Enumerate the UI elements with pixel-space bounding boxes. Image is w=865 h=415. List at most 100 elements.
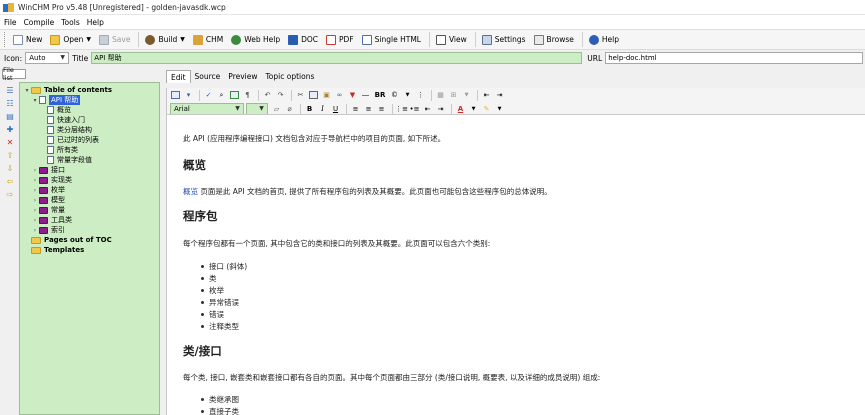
tree-node-book[interactable]: › 实现类 bbox=[20, 175, 159, 185]
chevron-down-icon[interactable]: ▼ bbox=[468, 104, 479, 115]
move-down-icon[interactable]: ⇩ bbox=[3, 162, 17, 175]
tree-node-book[interactable]: › 常量 bbox=[20, 205, 159, 215]
move-left-icon[interactable]: ⇦ bbox=[3, 175, 17, 188]
align-center-icon[interactable]: ≡ bbox=[363, 104, 374, 115]
indent-icon[interactable]: ⇥ bbox=[435, 104, 446, 115]
redo-icon[interactable]: ↷ bbox=[275, 90, 286, 101]
tree-node-book[interactable]: › 索引 bbox=[20, 225, 159, 235]
overview-link[interactable]: 概览 bbox=[183, 187, 198, 196]
indent-right-icon[interactable]: ⇥ bbox=[494, 90, 505, 101]
pdf-button[interactable]: PDF bbox=[323, 31, 357, 48]
image-icon[interactable] bbox=[229, 90, 240, 101]
expand-icon[interactable]: › bbox=[31, 227, 39, 234]
align-left-icon[interactable]: ≡ bbox=[350, 104, 361, 115]
tree-node-templates[interactable]: Templates bbox=[20, 245, 159, 255]
doc-button[interactable]: DOC bbox=[285, 31, 321, 48]
tree-node-api-help[interactable]: ▾ API 帮助 bbox=[20, 95, 159, 105]
expand-icon[interactable]: › bbox=[31, 187, 39, 194]
table-options-icon[interactable]: ⊞ bbox=[448, 90, 459, 101]
view-button[interactable]: View bbox=[433, 31, 470, 48]
open-button[interactable]: Open ▼ bbox=[47, 31, 94, 48]
save-button[interactable]: Save bbox=[96, 31, 133, 48]
chevron-down-icon[interactable]: ▼ bbox=[58, 54, 67, 62]
cut-icon[interactable]: ✂ bbox=[295, 90, 306, 101]
title-field[interactable]: API 帮助 bbox=[91, 52, 583, 64]
copy-icon[interactable] bbox=[308, 90, 319, 101]
add-subtopic-icon[interactable]: ☷ bbox=[3, 97, 17, 110]
new-button[interactable]: New bbox=[10, 31, 45, 48]
move-up-icon[interactable]: ⇧ bbox=[3, 149, 17, 162]
tree-node-book[interactable]: › 接口 bbox=[20, 165, 159, 175]
chevron-down-icon[interactable]: ▼ bbox=[86, 36, 91, 43]
paste-icon[interactable]: ▣ bbox=[321, 90, 332, 101]
bulleted-list-icon[interactable]: •≡ bbox=[409, 104, 420, 115]
menu-tools[interactable]: Tools bbox=[61, 18, 79, 27]
tree-node-page[interactable]: 所有类 bbox=[20, 145, 159, 155]
save-icon[interactable] bbox=[170, 90, 181, 101]
chevron-down-icon[interactable]: ▼ bbox=[494, 104, 505, 115]
style-icon[interactable]: ▱ bbox=[271, 104, 282, 115]
edit-topic-icon[interactable]: ▤ bbox=[3, 110, 17, 123]
expand-icon[interactable]: › bbox=[31, 197, 39, 204]
tab-source[interactable]: Source bbox=[191, 70, 225, 83]
spellcheck-icon[interactable]: ✓ bbox=[203, 90, 214, 101]
numbered-list-icon[interactable]: ⋮≡ bbox=[395, 104, 408, 115]
help-button[interactable]: Help bbox=[586, 31, 622, 48]
collapse-icon[interactable]: ▾ bbox=[23, 87, 31, 94]
expand-icon[interactable]: › bbox=[31, 217, 39, 224]
chevron-down-icon[interactable]: ▼ bbox=[257, 105, 266, 113]
build-button[interactable]: Build ▼ bbox=[142, 31, 187, 48]
delete-icon[interactable]: ✕ bbox=[3, 136, 17, 149]
move-right-icon[interactable]: ⇨ bbox=[3, 188, 17, 201]
menu-compile[interactable]: Compile bbox=[24, 18, 55, 27]
chm-button[interactable]: CHM bbox=[190, 31, 226, 48]
clear-format-icon[interactable]: ⌀ bbox=[284, 104, 295, 115]
chevron-down-icon[interactable]: ▼ bbox=[402, 90, 413, 101]
collapse-icon[interactable]: ▾ bbox=[31, 97, 39, 104]
tab-edit[interactable]: Edit bbox=[166, 70, 191, 83]
find-icon[interactable]: ⌕ bbox=[216, 90, 227, 101]
indent-left-icon[interactable]: ⇤ bbox=[481, 90, 492, 101]
font-color-icon[interactable]: A bbox=[455, 104, 466, 115]
bold-button[interactable]: B bbox=[304, 104, 315, 115]
tree-node-page[interactable]: 快速入门 bbox=[20, 115, 159, 125]
icon-select[interactable]: Auto ▼ bbox=[25, 52, 70, 64]
chevron-down-icon[interactable]: ▼ bbox=[233, 105, 242, 113]
chevron-down-icon[interactable]: ▼ bbox=[180, 36, 185, 43]
align-right-icon[interactable]: ≡ bbox=[376, 104, 387, 115]
outdent-icon[interactable]: ⇤ bbox=[422, 104, 433, 115]
more-icon[interactable]: ⋮ bbox=[415, 90, 426, 101]
italic-button[interactable]: I bbox=[317, 104, 328, 115]
add-topic-icon[interactable]: ☰ bbox=[3, 84, 17, 97]
toolbar-grip[interactable] bbox=[4, 32, 7, 47]
chevron-down-icon[interactable]: ▼ bbox=[461, 90, 472, 101]
expand-icon[interactable]: › bbox=[31, 207, 39, 214]
tab-topic-options[interactable]: Topic options bbox=[262, 70, 319, 83]
table-icon[interactable]: ▦ bbox=[435, 90, 446, 101]
horizontal-rule-icon[interactable]: ― bbox=[360, 90, 371, 101]
insert-icon[interactable]: ▾ bbox=[183, 90, 194, 101]
tree-node-page[interactable]: 已过时的列表 bbox=[20, 135, 159, 145]
tab-preview[interactable]: Preview bbox=[224, 70, 261, 83]
tree-node-root[interactable]: ▾ Table of contents bbox=[20, 85, 159, 95]
paragraph-icon[interactable]: ¶ bbox=[242, 90, 253, 101]
expand-icon[interactable]: › bbox=[31, 167, 39, 174]
single-html-button[interactable]: Single HTML bbox=[359, 31, 424, 48]
browse-button[interactable]: Browse bbox=[531, 31, 577, 48]
tree-node-book[interactable]: › 工具类 bbox=[20, 215, 159, 225]
tree-node-page[interactable]: 概览 bbox=[20, 105, 159, 115]
expand-icon[interactable]: › bbox=[31, 177, 39, 184]
undo-icon[interactable]: ↶ bbox=[262, 90, 273, 101]
settings-button[interactable]: Settings bbox=[479, 31, 529, 48]
line-break-button[interactable]: BR bbox=[373, 90, 387, 101]
file-list-tab[interactable]: File list bbox=[2, 66, 26, 82]
web-help-button[interactable]: Web Help bbox=[228, 31, 283, 48]
document-editor[interactable]: 此 API (应用程序编程接口) 文档包含对应于导航栏中的项目的页面, 如下所述… bbox=[166, 114, 865, 415]
tree-node-page[interactable]: 类分层结构 bbox=[20, 125, 159, 135]
tree-node-book[interactable]: › 枚举 bbox=[20, 185, 159, 195]
tree-node-page[interactable]: 常量字段值 bbox=[20, 155, 159, 165]
menu-file[interactable]: File bbox=[4, 18, 17, 27]
tree-node-pages-out[interactable]: Pages out of TOC bbox=[20, 235, 159, 245]
menu-help[interactable]: Help bbox=[87, 18, 104, 27]
underline-button[interactable]: U bbox=[330, 104, 341, 115]
